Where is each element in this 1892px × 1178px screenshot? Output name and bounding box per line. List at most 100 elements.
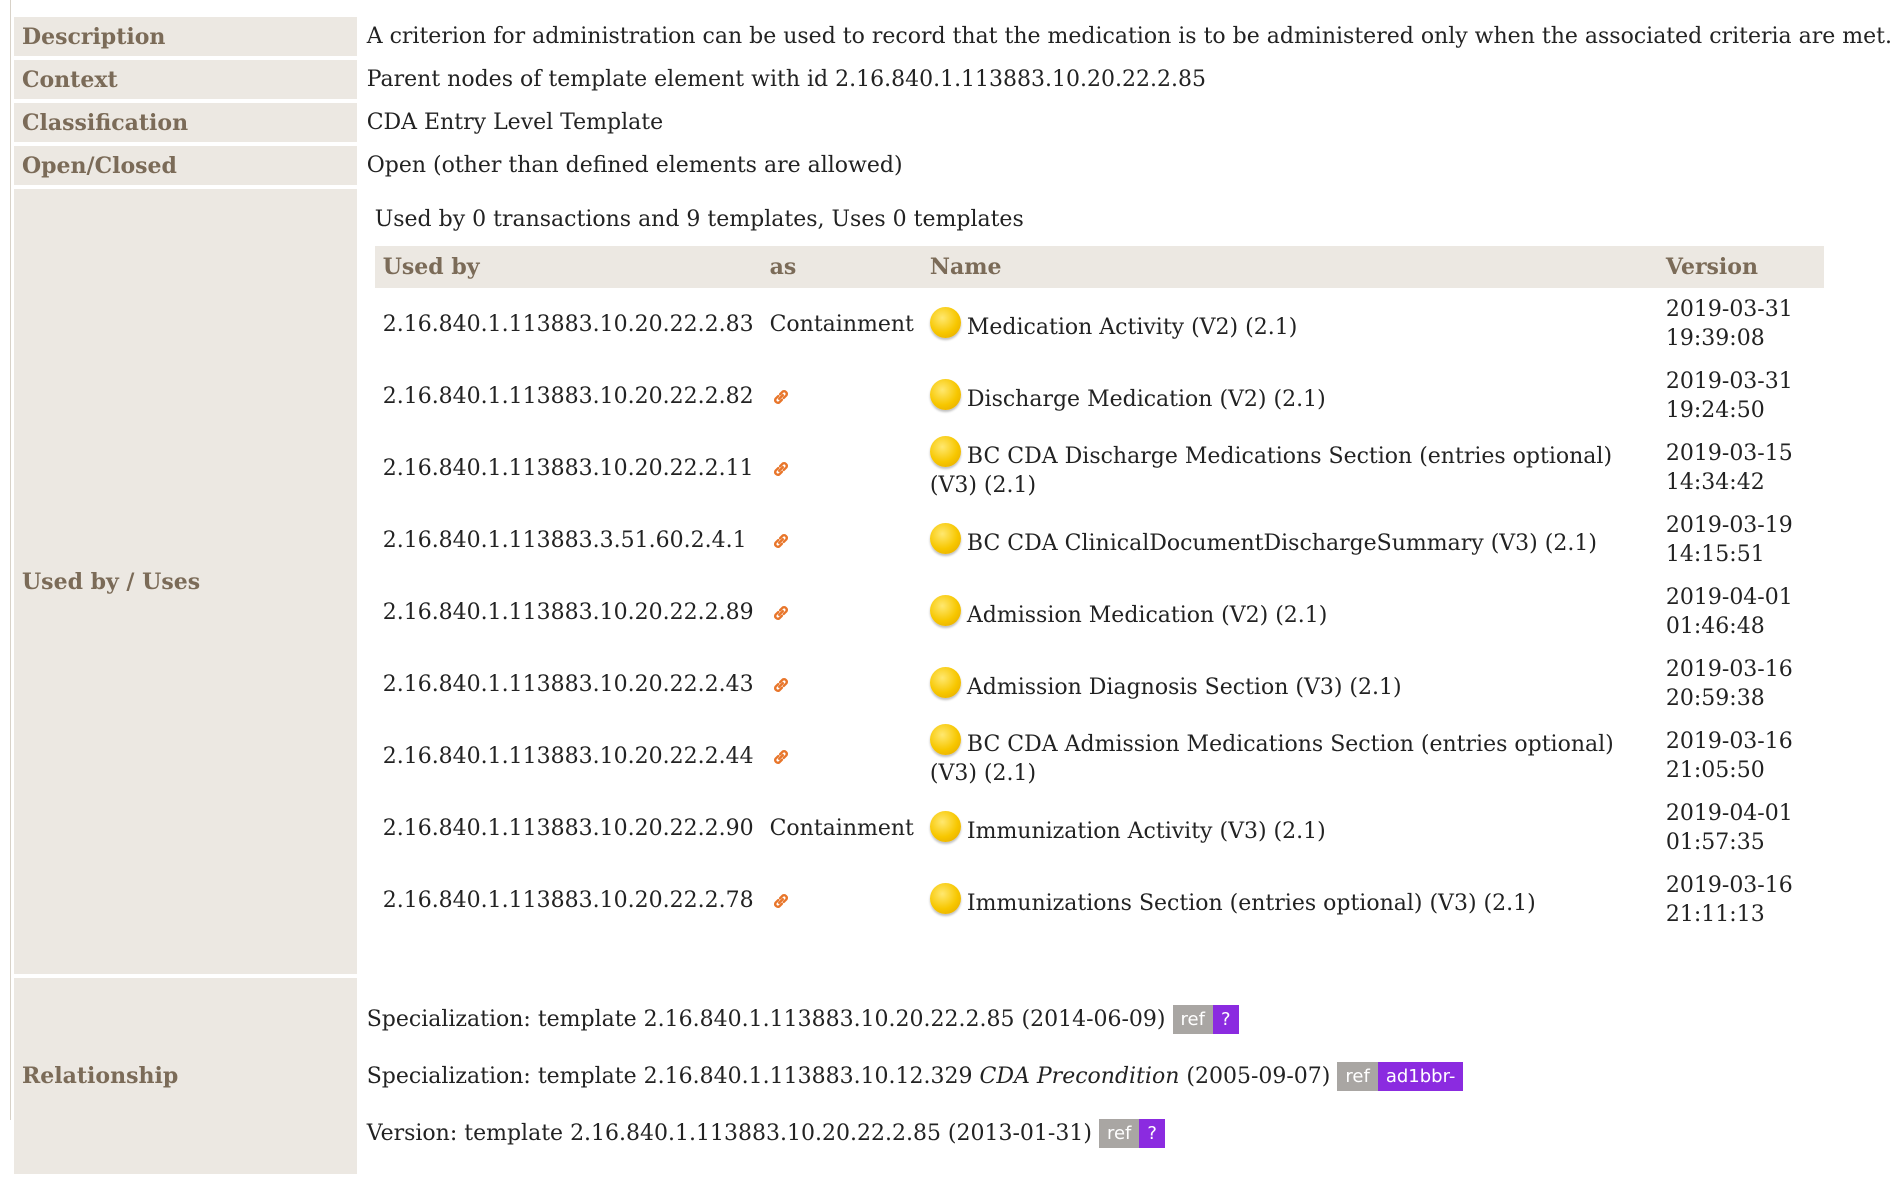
version-date: 2019-03-16 [1665,657,1793,682]
status-dot-icon [929,522,961,554]
classification-label: Classification [14,103,357,142]
relationship-text: Version: template 2.16.840.1.113883.10.2… [366,1120,1092,1146]
chain-link-icon[interactable] [770,386,792,408]
as-value: Containment [769,311,914,337]
relationship-text: Specialization: template 2.16.840.1.1138… [366,1063,980,1089]
version-time: 21:11:13 [1665,902,1765,927]
table-row: 2.16.840.1.113883.10.20.22.2.90 Containme… [375,792,1824,864]
version-time: 19:39:08 [1665,326,1765,351]
used-by-summary: Used by 0 transactions and 9 templates, … [374,207,1024,232]
relationship-date: (2005-09-07) [1179,1063,1331,1089]
chain-link-icon[interactable] [770,602,792,624]
col-header-as[interactable]: as [761,246,922,288]
prefix-badge[interactable]: ? [1212,1005,1239,1034]
prefix-badge[interactable]: ad1bbr- [1377,1062,1464,1091]
table-row: 2.16.840.1.113883.10.20.22.2.44 BC CDA Ad… [375,720,1824,792]
table-row: 2.16.840.1.113883.10.20.22.2.83 Containme… [375,288,1824,360]
relationship-list: Specialization: template 2.16.840.1.1138… [367,991,1892,1162]
template-metadata-table: Description A criterion for administrati… [14,13,1892,1178]
template-name-link[interactable]: Admission Diagnosis Section (V3) (2.1) [967,675,1402,700]
relationship-item: Specialization: template 2.16.840.1.1138… [367,1048,1892,1105]
chain-link-icon[interactable] [770,674,792,696]
table-row: 2.16.840.1.113883.10.20.22.2.11 BC CDA Di… [375,432,1824,504]
used-by-row: Used by / Uses Used by 0 transactions an… [14,189,1892,974]
version-time: 01:57:35 [1665,830,1765,855]
table-row: 2.16.840.1.113883.10.20.22.2.43 Admission… [375,648,1824,720]
template-id-link[interactable]: 2.16.840.1.113883.10.20.22.2.11 [383,456,754,481]
context-label: Context [14,60,357,99]
template-name-link[interactable]: BC CDA ClinicalDocumentDischargeSummary … [967,531,1597,556]
template-name-link[interactable]: Medication Activity (V2) (2.1) [967,315,1297,340]
version-date: 2019-03-31 [1665,297,1793,322]
version-date: 2019-04-01 [1665,585,1793,610]
status-dot-icon [929,724,961,755]
col-header-used-by[interactable]: Used by [374,246,762,288]
version-time: 14:15:51 [1665,542,1765,567]
status-dot-icon [929,436,961,467]
template-name-link[interactable]: Immunizations Section (entries optional)… [967,891,1536,916]
version-time: 14:34:42 [1665,470,1765,495]
template-name-link[interactable]: Immunization Activity (V3) (2.1) [967,819,1326,844]
used-by-cell: Used by 0 transactions and 9 templates, … [357,189,1892,974]
template-id-link[interactable]: 2.16.840.1.113883.10.20.22.2.90 [383,816,754,841]
relationship-item: Version: template 2.16.840.1.113883.10.2… [367,1105,1892,1162]
context-value: Parent nodes of template element with id… [366,67,1206,92]
open-closed-row: Open/Closed Open (other than defined ele… [14,146,1892,185]
table-row: 2.16.840.1.113883.10.20.22.2.89 Admission… [375,576,1824,648]
table-row: 2.16.840.1.113883.10.20.22.2.78 Immunizat… [375,864,1824,936]
col-header-version[interactable]: Version [1657,246,1824,288]
prefix-badge[interactable]: ? [1139,1119,1165,1148]
template-id-link[interactable]: 2.16.840.1.113883.3.51.60.2.4.1 [383,528,747,553]
version-date: 2019-03-31 [1665,369,1793,394]
version-time: 01:46:48 [1665,614,1765,639]
used-by-table: Used by as Name Version 2.16.840.1.11388… [374,246,1824,936]
status-dot-icon [929,594,961,626]
relationship-cell: Specialization: template 2.16.840.1.1138… [357,978,1892,1174]
template-id-link[interactable]: 2.16.840.1.113883.10.20.22.2.82 [383,384,754,409]
status-dot-icon [929,378,961,410]
status-dot-icon [929,306,961,338]
template-id-link[interactable]: 2.16.840.1.113883.10.20.22.2.43 [383,672,754,697]
version-time: 20:59:38 [1665,686,1765,711]
version-time: 21:05:50 [1665,758,1765,783]
description-value: A criterion for administration can be us… [366,24,1892,49]
used-by-label: Used by / Uses [14,189,357,974]
context-row: Context Parent nodes of template element… [14,60,1892,99]
version-date: 2019-04-01 [1665,801,1793,826]
ref-button[interactable]: ref [1172,1005,1213,1034]
status-dot-icon [929,882,961,914]
template-id-link[interactable]: 2.16.840.1.113883.10.20.22.2.83 [383,312,754,337]
version-time: 19:24:50 [1665,398,1765,423]
ref-button[interactable]: ref [1098,1119,1140,1148]
version-date: 2019-03-15 [1665,441,1793,466]
open-closed-value: Open (other than defined elements are al… [366,153,903,178]
classification-row: Classification CDA Entry Level Template [14,103,1892,142]
template-name-link[interactable]: Discharge Medication (V2) (2.1) [967,387,1326,412]
template-name-link[interactable]: Admission Medication (V2) (2.1) [967,603,1327,628]
version-date: 2019-03-19 [1665,513,1793,538]
template-name-link[interactable]: BC CDA Admission Medications Section (en… [930,732,1614,786]
chain-link-icon[interactable] [770,458,792,480]
ref-button[interactable]: ref [1337,1062,1378,1091]
relationship-item: Specialization: template 2.16.840.1.1138… [367,991,1892,1048]
table-row: 2.16.840.1.113883.3.51.60.2.4.1 BC CDA Cl… [375,504,1824,576]
chain-link-icon[interactable] [770,530,792,552]
col-header-name[interactable]: Name [921,246,1658,288]
version-date: 2019-03-16 [1665,729,1793,754]
template-id-link[interactable]: 2.16.840.1.113883.10.20.22.2.44 [383,744,754,769]
template-name-link[interactable]: BC CDA Discharge Medications Section (en… [930,444,1612,498]
relationship-text: Specialization: template 2.16.840.1.1138… [366,1006,1166,1032]
status-dot-icon [929,810,961,842]
chain-link-icon[interactable] [770,890,792,912]
classification-value: CDA Entry Level Template [366,110,664,135]
open-closed-label: Open/Closed [14,146,357,185]
description-label: Description [14,17,357,56]
chain-link-icon[interactable] [770,746,792,768]
relationship-label: Relationship [14,978,357,1174]
template-id-link[interactable]: 2.16.840.1.113883.10.20.22.2.78 [383,888,754,913]
template-id-link[interactable]: 2.16.840.1.113883.10.20.22.2.89 [383,600,754,625]
status-dot-icon [929,666,961,698]
version-date: 2019-03-16 [1665,873,1793,898]
table-row: 2.16.840.1.113883.10.20.22.2.82 Discharge… [375,360,1824,432]
relationship-template-name: CDA Precondition [979,1063,1180,1089]
